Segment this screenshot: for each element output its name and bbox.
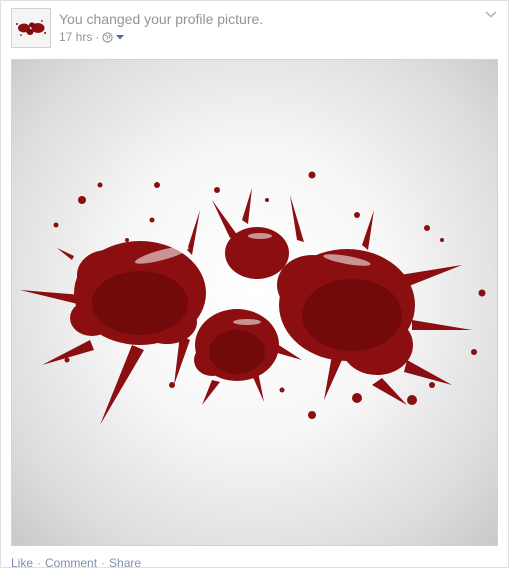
like-link[interactable]: Like [11,556,33,567]
globe-icon [102,31,113,43]
audience-selector[interactable] [102,31,125,43]
blood-splatter-thumbnail-icon [12,9,50,47]
timestamp-link[interactable]: 17 hrs [59,30,92,44]
action-separator: · [101,556,106,568]
meta-separator: · [95,30,100,44]
share-link[interactable]: Share [109,556,141,567]
comment-link[interactable]: Comment [45,556,97,567]
action-separator: · [37,556,42,568]
caret-down-icon [116,35,125,40]
post-options-button[interactable] [483,7,499,21]
chevron-down-icon [485,11,497,18]
profile-picture-photo[interactable] [11,59,498,546]
story-actions: Like · Comment · Share [11,556,141,568]
story-text: You changed your profile picture. [59,11,264,27]
story-meta: 17 hrs · [59,30,125,44]
blood-splatter-image [20,171,486,425]
feed-story-card: You changed your profile picture. 17 hrs… [0,0,509,568]
avatar[interactable] [11,8,51,48]
